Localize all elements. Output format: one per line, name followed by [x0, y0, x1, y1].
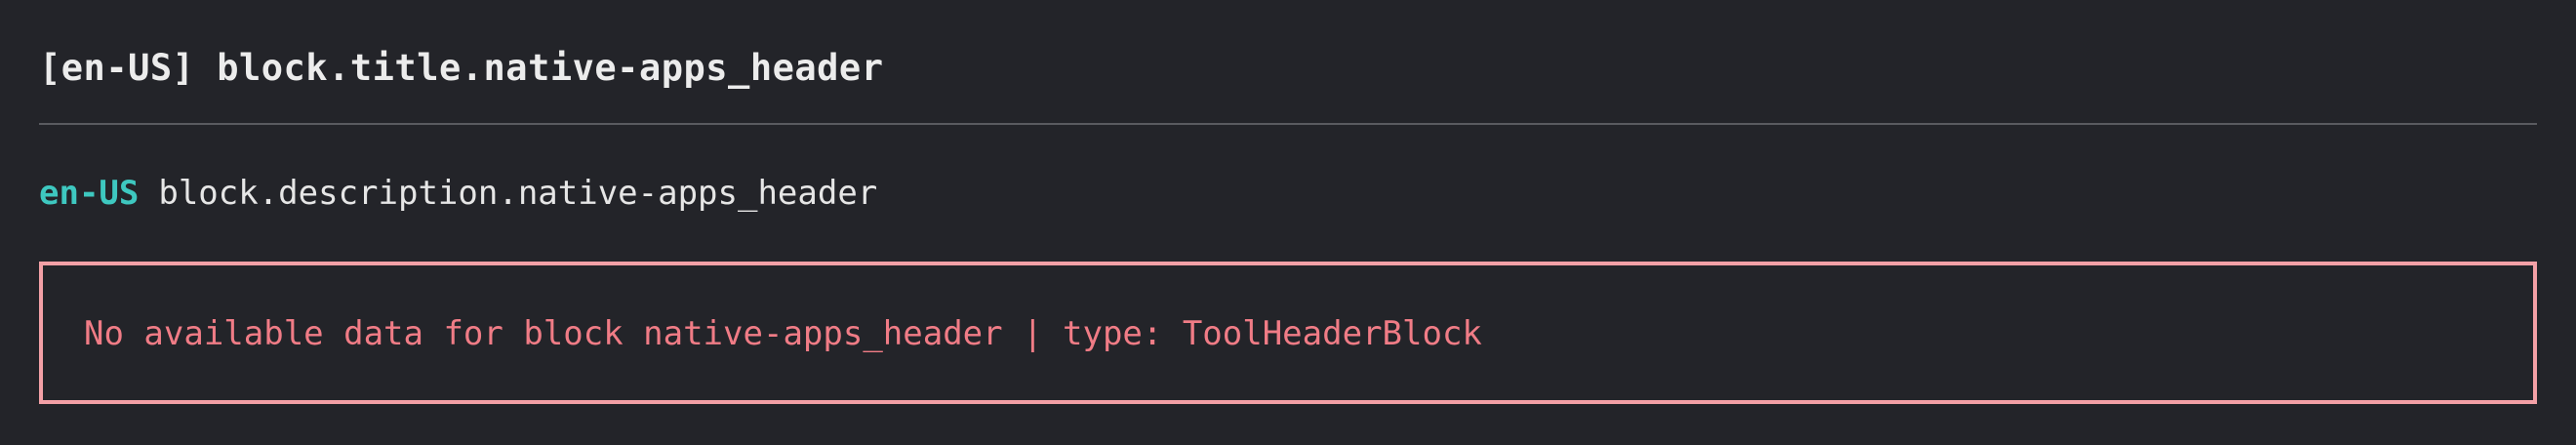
block-title: [en-US] block.title.native-apps_header: [39, 47, 884, 89]
error-box: No available data for block native-apps_…: [39, 262, 2537, 404]
block-description-row: en-US block.description.native-apps_heade…: [39, 174, 877, 213]
locale-badge: en-US: [39, 174, 140, 213]
error-message: No available data for block native-apps_…: [84, 314, 1482, 353]
block-description: block.description.native-apps_header: [158, 174, 878, 213]
title-divider: [39, 123, 2537, 125]
block-container: [en-US] block.title.native-apps_header e…: [39, 0, 2537, 445]
